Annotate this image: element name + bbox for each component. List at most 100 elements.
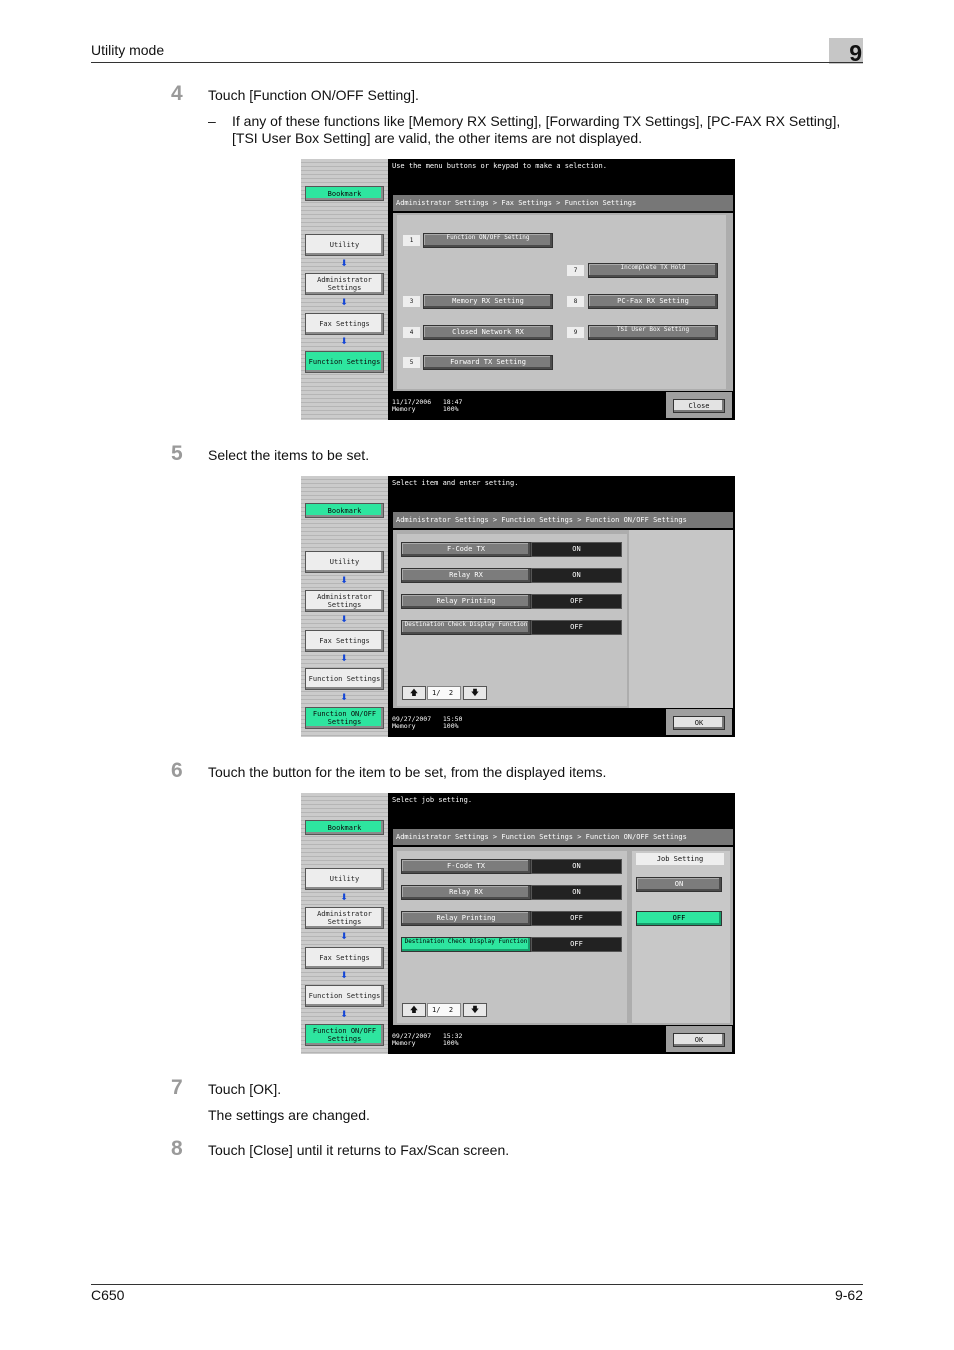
breadcrumb: Administrator Settings > Fax Settings > … (393, 195, 733, 211)
sidebar-item-utility[interactable]: Utility (305, 551, 384, 573)
step-number: 4 (171, 82, 183, 105)
step-number: 8 (171, 1137, 183, 1160)
dash-bullet: – (208, 113, 216, 129)
page-up-button[interactable]: 🡅 (402, 686, 426, 700)
sidebar-item-function-settings[interactable]: Function Settings (305, 351, 384, 373)
sidebar-item-administrator[interactable]: Administrator Settings (305, 590, 384, 612)
off-option-button[interactable]: OFF (636, 911, 722, 926)
screen-function-onoff: Bookmark Utility ⬇ Administrator Setting… (301, 476, 735, 737)
item-number: 8 (567, 296, 584, 307)
arrow-down-icon: ⬇ (340, 298, 348, 308)
step-text: Select the items to be set. (208, 447, 370, 463)
step-number: 5 (171, 442, 183, 465)
step-number: 7 (171, 1076, 183, 1099)
bookmark-button[interactable]: Bookmark (305, 186, 384, 201)
tsi-user-box-setting-button[interactable]: TSI User Box Setting (588, 325, 718, 340)
sidebar-item-function-settings[interactable]: Function Settings (305, 668, 384, 690)
step-subtext: If any of these functions like [Memory R… (232, 113, 841, 146)
closed-network-rx-button[interactable]: Closed Network RX (423, 325, 553, 340)
arrow-down-icon: ⬇ (340, 259, 348, 269)
f-code-tx-button[interactable]: F-Code TX (401, 542, 531, 557)
sidebar-item-function-settings[interactable]: Function Settings (305, 985, 384, 1007)
screen-function-settings: Bookmark Utility ⬇ Administrator Setting… (301, 159, 735, 420)
close-button[interactable]: Close (673, 399, 725, 413)
status-footer: 11/17/2006 18:47 Memory 100% (392, 399, 462, 413)
arrow-down-icon: ⬇ (340, 615, 348, 625)
header-title: Utility mode (91, 42, 165, 58)
sidebar-item-function-onoff[interactable]: Function ON/OFF Settings (305, 707, 384, 729)
arrow-down-icon: ⬇ (340, 693, 348, 703)
page-up-button[interactable]: 🡅 (402, 1003, 426, 1017)
step-note: The settings are changed. (208, 1107, 370, 1123)
sidebar-item-administrator[interactable]: Administrator Settings (305, 907, 384, 929)
setting-value: ON (531, 542, 622, 557)
incomplete-tx-hold-button[interactable]: Incomplete TX Hold (588, 263, 718, 278)
bookmark-button[interactable]: Bookmark (305, 820, 384, 835)
page-down-button[interactable]: 🡇 (463, 686, 487, 700)
arrow-down-icon: ⬇ (340, 654, 348, 664)
setting-value: OFF (531, 911, 622, 926)
screen-message: Use the menu buttons or keypad to make a… (392, 162, 607, 170)
footer-model: C650 (91, 1287, 125, 1303)
setting-value: OFF (531, 594, 622, 609)
f-code-tx-button[interactable]: F-Code TX (401, 859, 531, 874)
arrow-down-icon: ⬇ (340, 576, 348, 586)
page-indicator: 1/ 2 (427, 1003, 461, 1017)
sidebar-item-fax-settings[interactable]: Fax Settings (305, 630, 384, 652)
function-onoff-setting-button[interactable]: Function ON/OFF Setting (423, 233, 553, 248)
item-number: 7 (567, 265, 584, 276)
pc-fax-rx-setting-button[interactable]: PC-Fax RX Setting (588, 294, 718, 309)
item-number: 3 (403, 296, 420, 307)
sidebar: Bookmark Utility ⬇ Administrator Setting… (301, 476, 388, 737)
breadcrumb: Administrator Settings > Function Settin… (393, 829, 733, 845)
arrow-down-icon: ⬇ (340, 1010, 348, 1020)
sidebar-item-utility[interactable]: Utility (305, 868, 384, 890)
page-down-button[interactable]: 🡇 (463, 1003, 487, 1017)
sidebar-item-administrator[interactable]: Administrator Settings (305, 273, 384, 295)
page-current: 1/ (432, 689, 441, 697)
status-footer: 09/27/2007 15:50 Memory 100% (392, 716, 462, 730)
sidebar-item-function-onoff[interactable]: Function ON/OFF Settings (305, 1024, 384, 1046)
step-number: 6 (171, 759, 183, 782)
arrow-down-icon: ⬇ (340, 337, 348, 347)
job-setting-title: Job Setting (636, 853, 724, 865)
relay-rx-button[interactable]: Relay RX (401, 568, 531, 583)
item-number: 1 (403, 235, 420, 246)
breadcrumb: Administrator Settings > Function Settin… (393, 512, 733, 528)
page-current: 1/ (432, 1006, 441, 1014)
item-number: 5 (403, 357, 420, 368)
bookmark-button[interactable]: Bookmark (305, 503, 384, 518)
step-text: Touch the button for the item to be set,… (208, 764, 607, 780)
status-footer: 09/27/2007 15:32 Memory 100% (392, 1033, 462, 1047)
footer-rule (91, 1284, 863, 1285)
memory-readout: 100% (442, 722, 459, 730)
item-number: 9 (567, 327, 584, 338)
on-option-button[interactable]: ON (636, 877, 722, 892)
setting-value: ON (531, 859, 622, 874)
screen-job-setting: Bookmark Utility ⬇ Administrator Setting… (301, 793, 735, 1054)
page-total: 2 (448, 1006, 454, 1014)
ok-button[interactable]: OK (673, 716, 725, 730)
arrow-down-icon: ⬇ (340, 932, 348, 942)
setting-value: ON (531, 885, 622, 900)
sidebar-item-utility[interactable]: Utility (305, 234, 384, 256)
header-rule (91, 62, 863, 63)
sidebar-item-fax-settings[interactable]: Fax Settings (305, 947, 384, 969)
page-total: 2 (448, 689, 454, 697)
forward-tx-setting-button[interactable]: Forward TX Setting (423, 355, 553, 370)
arrow-down-icon: ⬇ (340, 971, 348, 981)
relay-printing-button[interactable]: Relay Printing (401, 911, 531, 926)
item-number: 4 (403, 327, 420, 338)
sidebar-item-fax-settings[interactable]: Fax Settings (305, 313, 384, 335)
chapter-number: 9 (829, 38, 863, 66)
ok-button[interactable]: OK (673, 1033, 725, 1047)
destination-check-button[interactable]: Destination Check Display Function (401, 937, 531, 952)
footer-page-number: 9-62 (834, 1287, 863, 1303)
relay-rx-button[interactable]: Relay RX (401, 885, 531, 900)
memory-rx-setting-button[interactable]: Memory RX Setting (423, 294, 553, 309)
relay-printing-button[interactable]: Relay Printing (401, 594, 531, 609)
memory-readout: 100% (442, 405, 459, 413)
destination-check-button[interactable]: Destination Check Display Function (401, 620, 531, 635)
side-panel (629, 530, 733, 708)
step-text: Touch [Function ON/OFF Setting]. (208, 87, 419, 103)
